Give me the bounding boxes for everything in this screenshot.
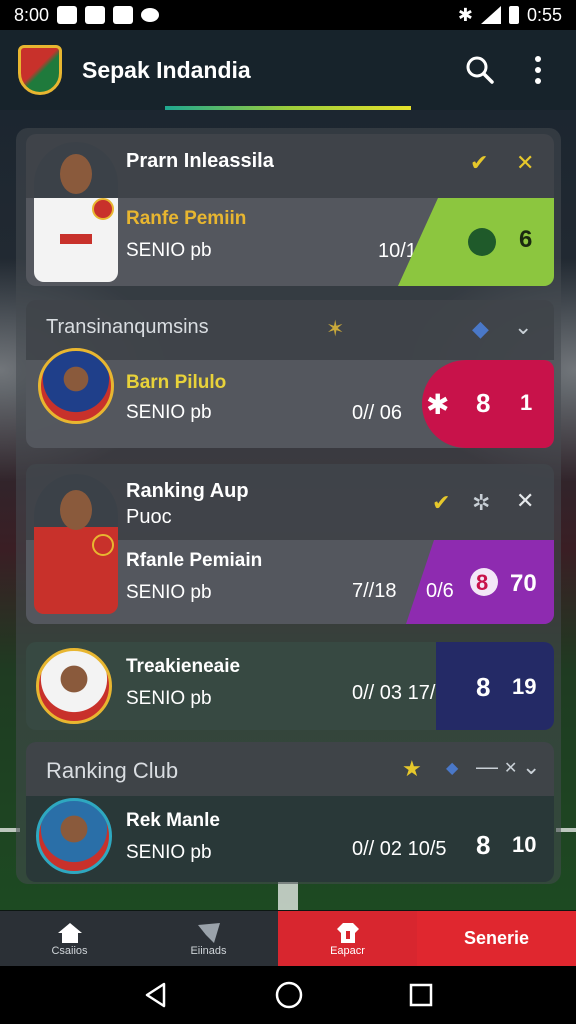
shirt-icon	[336, 922, 359, 943]
score-value: 70	[510, 570, 537, 597]
chat-icon	[141, 8, 160, 22]
chevron-down-icon[interactable]: ⌄	[514, 314, 532, 340]
player-avatar	[34, 474, 118, 614]
score-value: 8	[476, 570, 489, 595]
search-button[interactable]	[460, 50, 500, 90]
score-value: 19	[512, 674, 537, 699]
app-bar: Sepak Indandia	[0, 30, 576, 110]
player-row[interactable]: Rek Manle SENIO pb 0// 02 10/5 8 10	[26, 796, 554, 882]
player-avatar	[36, 798, 112, 874]
player-stat: 0// 02 10/5	[352, 838, 447, 860]
star-icon[interactable]: ✶	[326, 316, 344, 342]
more-menu-button[interactable]	[518, 50, 558, 90]
app-title: Sepak Indandia	[82, 56, 251, 83]
ranking-card[interactable]: Ranking Aup Puoc ✔ ✲ ✕ Rfanle Pemiain SE…	[26, 464, 554, 624]
signal-icon	[480, 6, 501, 24]
score-value: 8	[476, 388, 491, 418]
shield-icon[interactable]: ◆	[472, 316, 489, 342]
battery-icon	[508, 6, 519, 24]
score-value: 6	[519, 226, 533, 253]
card-title: Ranking Aup	[126, 480, 249, 502]
system-navigation	[0, 966, 576, 1024]
status-clock: 0:55	[526, 4, 562, 25]
nav-item-shirt[interactable]: Eapacr	[278, 911, 417, 966]
score-value: 8	[476, 830, 491, 860]
close-icon[interactable]: ✕	[516, 150, 534, 176]
thumb-icon[interactable]: ◆	[446, 758, 458, 778]
player-stat: 0/6	[426, 580, 454, 602]
player-avatar	[38, 348, 114, 424]
card-title: Prarn Inleassila	[126, 150, 274, 172]
check-icon[interactable]: ✔	[470, 150, 488, 176]
ranking-card[interactable]: Treakieneaie SENIO pb 0// 03 17/3 8 19	[26, 642, 554, 730]
player-stat: 7//18	[352, 580, 397, 602]
bottom-navigation: Csaiios Eiinads Eapacr Senerie	[0, 911, 576, 966]
close-icon[interactable]: ✕	[504, 758, 517, 778]
home-circle-icon[interactable]	[274, 980, 304, 1010]
bluetooth-icon: ✱	[457, 4, 473, 25]
player-stat: 0// 03 17/3	[352, 682, 447, 704]
search-icon	[466, 56, 494, 84]
star-icon[interactable]: ★	[402, 756, 422, 782]
nav-item-label: Csaiios	[51, 944, 88, 957]
card-title: Transinanqumsins	[46, 316, 209, 338]
player-avatar	[36, 648, 112, 724]
crossed-sticks-icon: ✱	[426, 389, 450, 420]
nav-item-trophy[interactable]: Eiinads	[139, 911, 278, 966]
close-icon[interactable]: ✕	[516, 488, 534, 514]
star-icon[interactable]: ✲	[472, 490, 490, 516]
chevron-down-icon[interactable]: ⌄	[522, 754, 540, 780]
player-stat: 0// 06	[352, 402, 403, 424]
status-bar: 8:00 ✱ 0:55	[0, 0, 576, 30]
player-sub: SENIO pb	[126, 402, 212, 423]
player-name: Ranfe Pemiin	[126, 208, 247, 229]
score-value: 1	[520, 390, 533, 415]
nav-item-label: Eiinads	[190, 944, 227, 957]
home-icon	[57, 922, 82, 943]
check-icon[interactable]: ✔	[432, 490, 450, 516]
player-name: Rek Manle	[126, 810, 220, 831]
notification-icon	[113, 6, 134, 24]
player-name: Rfanle Pemiain	[126, 550, 263, 571]
player-avatar	[34, 142, 118, 282]
card-title: Ranking Club	[46, 758, 179, 783]
player-name: Barn Pilulo	[126, 372, 227, 393]
player-sub: SENIO pb	[126, 688, 212, 709]
score-value: 10	[512, 832, 537, 857]
tab-indicator	[165, 106, 411, 110]
back-icon[interactable]	[142, 981, 170, 1009]
notification-icon	[85, 6, 106, 24]
nav-cta-button[interactable]: Senerie	[417, 911, 576, 966]
nav-item-home[interactable]: Csaiios	[0, 911, 139, 966]
club-badge-icon	[92, 198, 114, 220]
notification-icon	[57, 6, 78, 24]
nav-item-label: Eapacr	[330, 944, 365, 957]
player-sub: SENIO pb	[126, 240, 212, 261]
trophy-icon	[197, 922, 220, 943]
player-name: Treakieneaie	[126, 656, 241, 677]
minus-icon[interactable]: —	[476, 754, 498, 780]
club-badge-icon	[92, 534, 114, 556]
player-sub: SENIO pb	[126, 842, 212, 863]
recents-icon[interactable]	[408, 982, 434, 1008]
pitch-line	[278, 880, 298, 910]
ranking-card[interactable]: Transinanqumsins ✶ ◆ ⌄ Barn Pilulo SENIO…	[26, 300, 554, 448]
ranking-card[interactable]: Ranking Club ★ ◆ — ✕ ⌄ Rek Manle SENIO p…	[26, 742, 554, 882]
more-vertical-icon	[535, 56, 541, 84]
score-value: 8	[476, 672, 491, 702]
player-sub: SENIO pb	[126, 582, 212, 603]
ranking-card[interactable]: Prarn Inleassila ✔ ✕ Ranfe Pemiin SENIO …	[26, 134, 554, 286]
status-time: 8:00	[14, 4, 50, 25]
card-subtitle: Puoc	[126, 506, 172, 528]
club-logo	[18, 45, 62, 95]
